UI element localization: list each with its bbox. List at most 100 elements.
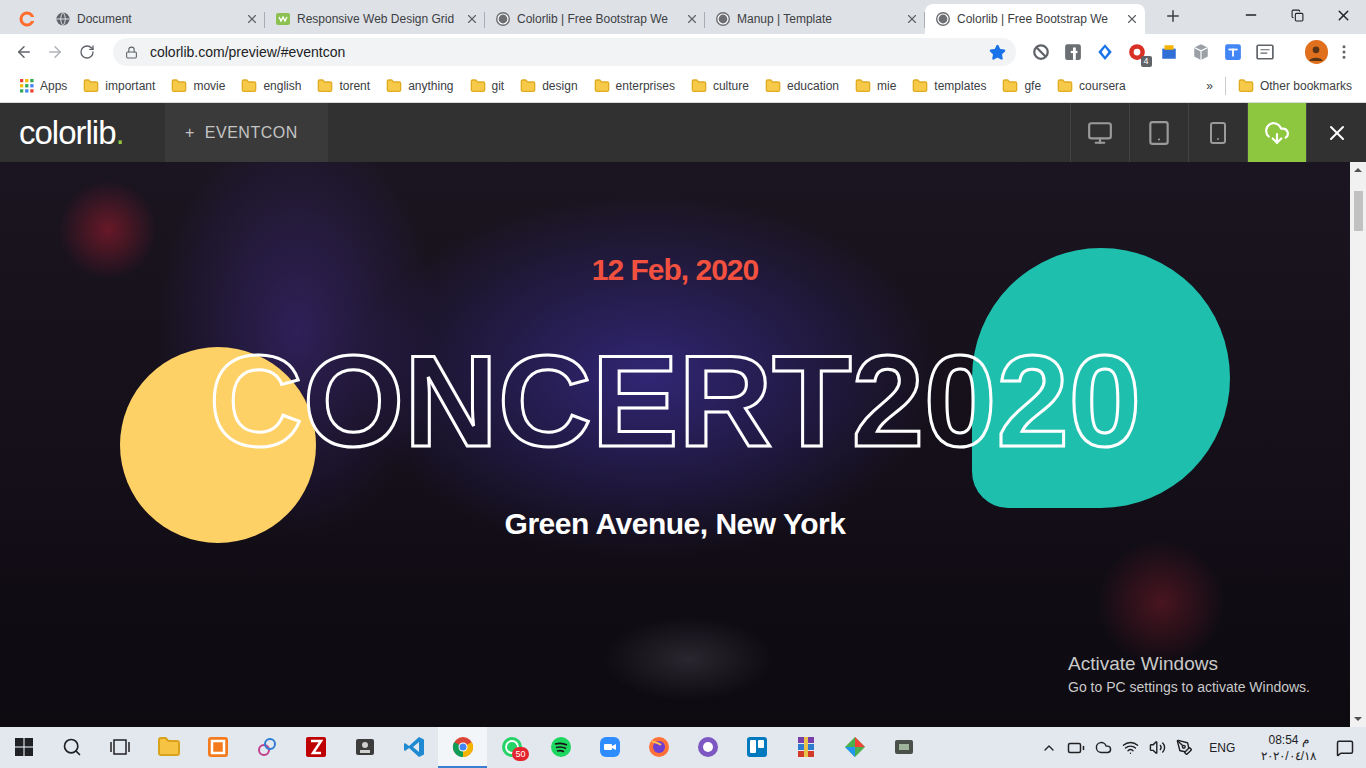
profile-avatar[interactable] bbox=[1305, 40, 1329, 64]
language-indicator[interactable]: ENG bbox=[1209, 741, 1235, 755]
browser-tab[interactable]: Colorlib | Free Bootstrap We bbox=[485, 4, 705, 34]
extension-button[interactable]: 4 bbox=[1128, 43, 1147, 62]
back-button[interactable] bbox=[8, 36, 40, 68]
browser-tab[interactable]: Colorlib | Free Bootstrap We bbox=[925, 4, 1145, 34]
forward-button[interactable] bbox=[40, 36, 72, 68]
taskbar-app[interactable] bbox=[732, 727, 781, 768]
clock[interactable]: 08:54 م٢٠٢٠/٠٤/١٨ bbox=[1261, 732, 1316, 764]
taskbar-app[interactable] bbox=[193, 727, 242, 768]
other-bookmarks[interactable]: Other bookmarks bbox=[1230, 73, 1360, 99]
bookmark-folder[interactable]: important bbox=[75, 73, 163, 99]
taskbar-app[interactable] bbox=[291, 727, 340, 768]
taskbar-app[interactable] bbox=[830, 727, 879, 768]
taskbar-app[interactable] bbox=[683, 727, 732, 768]
extensions: 4 bbox=[1032, 43, 1275, 62]
extension-button[interactable] bbox=[1160, 43, 1179, 62]
bookmark-folder[interactable]: git bbox=[462, 73, 513, 99]
restore-button[interactable] bbox=[1274, 0, 1320, 30]
download-button[interactable] bbox=[1247, 103, 1306, 162]
chevron-up-icon[interactable] bbox=[1041, 740, 1057, 756]
mobile-button[interactable] bbox=[1188, 103, 1247, 162]
taskbar-app[interactable] bbox=[781, 727, 830, 768]
bookmark-folder[interactable]: movie bbox=[163, 73, 233, 99]
mobile-icon bbox=[1206, 121, 1230, 145]
close-window-button[interactable] bbox=[1320, 0, 1366, 30]
taskbar-app[interactable] bbox=[242, 727, 291, 768]
bookmark-folder[interactable]: culture bbox=[683, 73, 757, 99]
bookmark-folder[interactable]: anything bbox=[378, 73, 461, 99]
winrar-icon bbox=[794, 735, 818, 759]
close-icon[interactable] bbox=[685, 12, 699, 26]
bookmark-folder[interactable]: education bbox=[757, 73, 847, 99]
extension-button[interactable] bbox=[1256, 43, 1275, 62]
search-icon bbox=[62, 737, 82, 757]
tabs: DocumentResponsive Web Design GridColorl… bbox=[0, 0, 1228, 34]
taskbar-app[interactable] bbox=[634, 727, 683, 768]
scroll-thumb[interactable] bbox=[1354, 191, 1363, 231]
browser-tab[interactable]: Responsive Web Design Grid bbox=[265, 4, 485, 34]
window-controls bbox=[1228, 0, 1366, 34]
extension-button[interactable] bbox=[1192, 43, 1211, 62]
purple-app-icon bbox=[696, 735, 720, 759]
bookmark-folder[interactable]: coursera bbox=[1049, 73, 1134, 99]
search-button[interactable] bbox=[48, 727, 96, 768]
bookmark-folder[interactable]: mie bbox=[847, 73, 904, 99]
taskbar-app[interactable] bbox=[536, 727, 585, 768]
scroll-up-icon[interactable] bbox=[1354, 168, 1362, 172]
taskbar-app[interactable] bbox=[438, 727, 487, 768]
scroll-down-icon[interactable] bbox=[1354, 717, 1362, 721]
extension-button[interactable] bbox=[1064, 43, 1083, 62]
url-text: colorlib.com/preview/#eventcon bbox=[150, 44, 977, 60]
apps-bookmark[interactable]: Apps bbox=[12, 73, 75, 99]
taskbar-app[interactable]: 50 bbox=[487, 727, 536, 768]
taskbar-app[interactable] bbox=[879, 727, 928, 768]
bookmark-folder[interactable]: design bbox=[512, 73, 585, 99]
close-icon[interactable] bbox=[245, 12, 259, 26]
minimize-button[interactable] bbox=[1228, 0, 1274, 30]
desktop-button[interactable] bbox=[1070, 103, 1129, 162]
taskbar-app[interactable] bbox=[585, 727, 634, 768]
browser-tab[interactable]: Manup | Template bbox=[705, 4, 925, 34]
trello-icon bbox=[745, 735, 769, 759]
menu-button[interactable] bbox=[1328, 36, 1360, 68]
close-icon[interactable] bbox=[905, 12, 919, 26]
scrollbar[interactable] bbox=[1350, 162, 1366, 727]
more-bookmarks-button[interactable]: » bbox=[1198, 73, 1221, 99]
taskbar-app[interactable] bbox=[144, 727, 193, 768]
folder-icon bbox=[171, 78, 187, 94]
volume-icon[interactable] bbox=[1149, 739, 1166, 756]
star-icon[interactable] bbox=[989, 44, 1006, 61]
tablet-button[interactable] bbox=[1129, 103, 1188, 162]
pen-icon[interactable] bbox=[1176, 739, 1193, 756]
close-icon[interactable] bbox=[1125, 12, 1139, 26]
close-preview-button[interactable] bbox=[1306, 103, 1366, 162]
bookmark-folder[interactable]: enterprises bbox=[586, 73, 683, 99]
reload-button[interactable] bbox=[71, 36, 103, 68]
battery-icon[interactable] bbox=[1067, 739, 1085, 757]
folder-icon bbox=[241, 78, 257, 94]
extension-button[interactable] bbox=[1032, 43, 1051, 62]
project-selector[interactable]: +EVENTCON bbox=[165, 103, 328, 162]
extension-button[interactable] bbox=[1224, 43, 1243, 62]
cpanel-icon bbox=[19, 11, 35, 27]
notifications-icon[interactable] bbox=[1336, 739, 1354, 757]
pinned-tab[interactable] bbox=[8, 4, 45, 34]
address-bar[interactable]: colorlib.com/preview/#eventcon bbox=[113, 38, 1016, 66]
wifi-icon[interactable] bbox=[1122, 739, 1139, 756]
colorful-app-icon bbox=[843, 735, 867, 759]
close-icon[interactable] bbox=[465, 12, 479, 26]
bookmark-folder[interactable]: templates bbox=[904, 73, 994, 99]
taskbar-app[interactable] bbox=[389, 727, 438, 768]
taskbar-app[interactable] bbox=[340, 727, 389, 768]
extension-button[interactable] bbox=[1096, 43, 1115, 62]
cloud-icon[interactable] bbox=[1095, 739, 1112, 756]
bookmark-folder[interactable]: english bbox=[233, 73, 309, 99]
colorlib-logo[interactable]: colorlib. bbox=[0, 103, 165, 162]
folder-icon bbox=[317, 78, 333, 94]
task-view-button[interactable] bbox=[96, 727, 144, 768]
browser-tab[interactable]: Document bbox=[45, 4, 265, 34]
bookmark-folder[interactable]: gfe bbox=[994, 73, 1049, 99]
new-tab-button[interactable] bbox=[1159, 2, 1187, 30]
start-button[interactable] bbox=[0, 727, 48, 768]
bookmark-folder[interactable]: torent bbox=[309, 73, 378, 99]
